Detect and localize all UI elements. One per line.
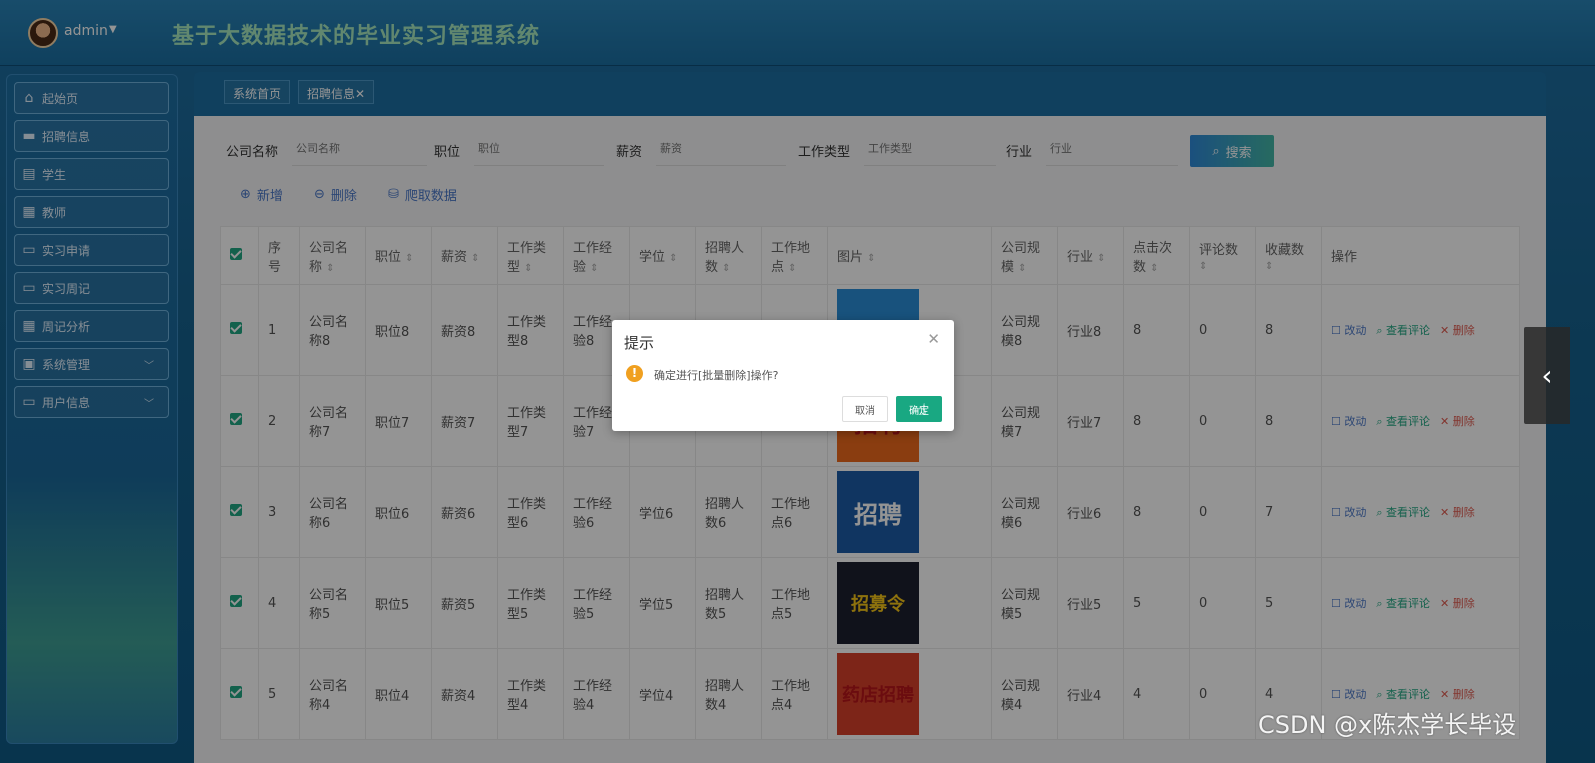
dialog-message: 确定进行[批量删除]操作?	[654, 369, 779, 382]
warning-icon: !	[626, 365, 643, 382]
cancel-button[interactable]: 取消	[842, 396, 888, 422]
confirm-dialog: 提示 ✕ ! 确定进行[批量删除]操作? 取消 确定	[612, 320, 954, 431]
chevron-left-icon[interactable]: ‹	[1524, 327, 1570, 424]
dialog-title: 提示	[624, 334, 655, 352]
watermark: CSDN @x陈杰学长毕设	[1258, 711, 1517, 739]
close-icon[interactable]: ✕	[927, 330, 940, 348]
hand-cursor-icon: ☝	[917, 400, 927, 419]
